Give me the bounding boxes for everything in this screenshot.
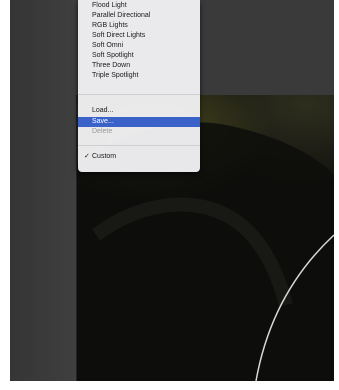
menu-item-triple-spotlight[interactable]: Triple Spotlight xyxy=(92,71,138,80)
menu-separator xyxy=(78,145,200,146)
menu-item-soft-omni[interactable]: Soft Omni xyxy=(92,41,123,50)
left-panel xyxy=(10,0,76,381)
menu-item-soft-spotlight[interactable]: Soft Spotlight xyxy=(92,51,134,60)
menu-item-soft-direct-lights[interactable]: Soft Direct Lights xyxy=(92,31,145,40)
menu-item-save[interactable]: Save... xyxy=(92,117,114,126)
menu-item-load[interactable]: Load... xyxy=(92,106,113,115)
menu-item-three-down[interactable]: Three Down xyxy=(92,61,130,70)
menu-item-delete: Delete xyxy=(92,128,113,135)
canvas-edge xyxy=(76,95,77,381)
menu-item-rgb-lights[interactable]: RGB Lights xyxy=(92,21,128,30)
menu-item-custom[interactable]: Custom xyxy=(92,152,116,161)
lighting-presets-menu: Flood Light Parallel Directional RGB Lig… xyxy=(78,0,200,172)
menu-separator xyxy=(78,94,200,95)
menu-item-flood-light[interactable]: Flood Light xyxy=(92,1,127,10)
menu-item-parallel-directional[interactable]: Parallel Directional xyxy=(92,11,150,20)
screenshot-frame: Flood Light Parallel Directional RGB Lig… xyxy=(0,0,339,390)
checkmark-icon: ✓ xyxy=(84,153,90,160)
